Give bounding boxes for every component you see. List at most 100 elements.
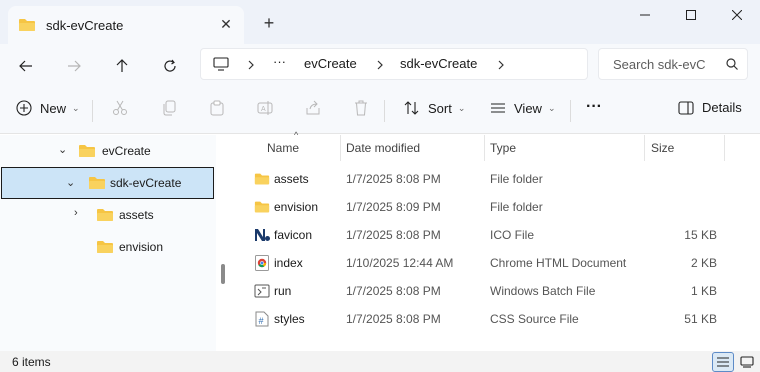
sort-button[interactable]: Sort ⌄	[404, 100, 465, 116]
scissors-icon	[113, 100, 127, 115]
new-button[interactable]: New ⌄	[16, 100, 80, 116]
forward-button[interactable]	[60, 52, 88, 80]
more-options-button[interactable]: ···	[586, 98, 602, 116]
chevron-down-icon[interactable]: ⌄	[58, 143, 67, 156]
breadcrumb-sdk-evcreate[interactable]: sdk-evCreate	[400, 56, 477, 71]
this-pc-icon	[213, 57, 229, 71]
delete-button[interactable]	[353, 100, 369, 116]
file-name: envision	[274, 200, 319, 214]
file-date: 1/7/2025 8:08 PM	[346, 284, 441, 298]
cut-button[interactable]	[112, 100, 128, 116]
file-type: CSS Source File	[490, 312, 579, 326]
minimize-button[interactable]	[622, 0, 668, 30]
copy-button[interactable]	[161, 100, 177, 116]
status-bar: 6 items	[0, 351, 760, 372]
close-icon	[732, 10, 742, 20]
refresh-button[interactable]	[156, 52, 184, 80]
divider	[92, 100, 93, 122]
file-size: 51 KB	[684, 312, 717, 326]
folder-icon	[79, 145, 95, 157]
paste-button[interactable]	[209, 100, 225, 116]
share-icon	[306, 100, 320, 115]
rename-button[interactable]: A	[257, 100, 273, 116]
tree-item-label: sdk-evCreate	[110, 176, 182, 190]
navigation-pane: ⌄ evCreate ⌄ sdk-evCreate › assets envis…	[0, 135, 216, 351]
chevron-down-icon: ⌄	[457, 102, 466, 113]
breadcrumb-overflow[interactable]: ···	[273, 54, 286, 69]
address-bar[interactable]: ··· evCreate sdk-evCreate	[200, 48, 588, 80]
breadcrumb-chevron-icon[interactable]	[497, 60, 505, 70]
folder-icon	[254, 173, 270, 185]
plus-circle-icon	[16, 100, 32, 116]
details-view-button[interactable]	[712, 352, 734, 372]
file-name: assets	[274, 172, 309, 186]
navigation-bar: ··· evCreate sdk-evCreate Search sdk-evC	[0, 44, 760, 88]
tiles-view-icon	[740, 356, 754, 368]
batch-file-icon	[254, 284, 270, 298]
details-pane-icon	[678, 100, 694, 115]
search-placeholder: Search sdk-evC	[613, 57, 706, 72]
divider	[384, 100, 385, 122]
tiles-view-button[interactable]	[736, 352, 758, 372]
new-tab-button[interactable]: +	[258, 12, 280, 34]
column-header-date[interactable]: Date modified	[340, 135, 484, 161]
chrome-html-icon	[255, 255, 269, 271]
sort-icon	[404, 101, 419, 115]
file-name: favicon	[274, 228, 313, 242]
file-type: Windows Batch File	[490, 284, 596, 298]
column-header-size[interactable]: Size	[644, 135, 724, 161]
sidebar-scrollbar[interactable]	[221, 264, 225, 284]
up-button[interactable]	[108, 52, 136, 80]
item-count: 6 items	[12, 355, 51, 369]
arrow-right-icon	[68, 60, 81, 72]
command-bar: New ⌄ A Sort ⌄ View ⌄ ··· Details	[0, 88, 760, 134]
tree-item-evcreate[interactable]: evCreate	[78, 135, 151, 167]
paste-icon	[210, 100, 224, 116]
chevron-down-icon: ⌄	[547, 102, 556, 113]
tab-sdk-evcreate[interactable]: sdk-evCreate ✕	[8, 6, 244, 44]
tree-item-envision[interactable]: envision	[96, 231, 163, 263]
close-window-button[interactable]	[714, 0, 760, 30]
details-button[interactable]: Details	[678, 100, 742, 115]
back-button[interactable]	[12, 52, 40, 80]
view-button[interactable]: View ⌄	[490, 100, 556, 116]
breadcrumb-chevron-icon	[377, 60, 383, 70]
ico-file-icon	[255, 229, 270, 241]
tree-item-label: assets	[119, 208, 154, 222]
table-row[interactable]: envision 1/7/2025 8:09 PM File folder	[232, 193, 732, 221]
rename-icon: A	[257, 101, 273, 115]
file-size: 1 KB	[690, 284, 717, 298]
share-button[interactable]	[305, 100, 321, 116]
chevron-right-icon[interactable]: ›	[74, 207, 78, 219]
file-date: 1/7/2025 8:09 PM	[346, 200, 441, 214]
view-list-icon	[491, 103, 505, 113]
tree-item-assets[interactable]: assets	[96, 199, 154, 231]
file-size: 15 KB	[684, 228, 717, 242]
maximize-icon	[686, 10, 696, 20]
refresh-icon	[164, 59, 176, 72]
tree-item-label: envision	[119, 240, 164, 254]
column-divider[interactable]	[724, 135, 725, 161]
column-header-name[interactable]: ^ Name	[232, 130, 340, 161]
svg-text:#: #	[259, 316, 264, 326]
table-row[interactable]: favicon 1/7/2025 8:08 PM ICO File 15 KB	[232, 221, 732, 249]
tree-item-sdk-evcreate[interactable]: ⌄ sdk-evCreate	[1, 167, 214, 199]
chevron-down-icon[interactable]: ⌄	[66, 176, 75, 189]
breadcrumb-evcreate[interactable]: evCreate	[304, 56, 357, 71]
chevron-down-icon: ⌄	[72, 102, 80, 113]
tab-title: sdk-evCreate	[46, 17, 124, 33]
maximize-button[interactable]	[668, 0, 714, 30]
arrow-left-icon	[19, 60, 32, 72]
close-tab-icon[interactable]: ✕	[218, 16, 234, 32]
table-row[interactable]: # styles 1/7/2025 8:08 PM CSS Source Fil…	[232, 305, 732, 333]
table-row[interactable]: run 1/7/2025 8:08 PM Windows Batch File …	[232, 277, 732, 305]
folder-icon	[89, 177, 105, 189]
search-icon	[726, 58, 738, 70]
search-input[interactable]: Search sdk-evC	[598, 48, 748, 80]
table-row[interactable]: assets 1/7/2025 8:08 PM File folder	[232, 165, 732, 193]
divider	[570, 100, 571, 122]
file-name: run	[274, 284, 292, 298]
column-header-type[interactable]: Type	[484, 135, 644, 161]
copy-icon	[163, 100, 176, 116]
table-row[interactable]: index 1/10/2025 12:44 AM Chrome HTML Doc…	[232, 249, 732, 277]
